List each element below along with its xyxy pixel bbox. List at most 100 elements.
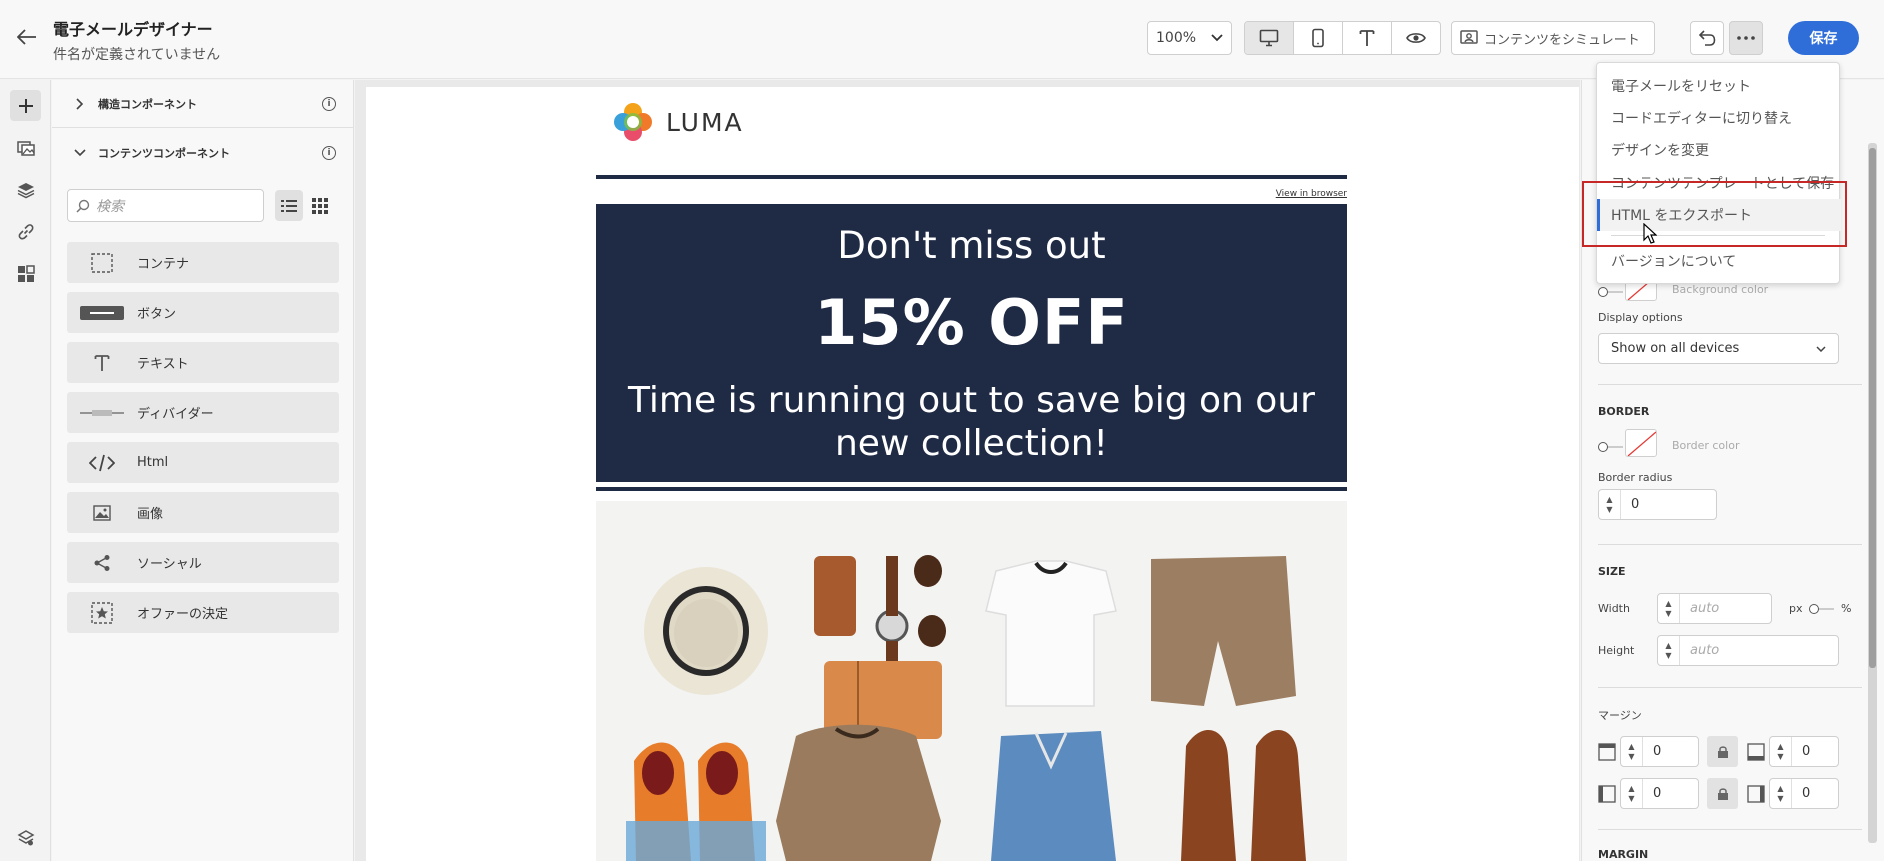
component-text[interactable]: テキスト <box>67 342 339 383</box>
menu-item-change-design[interactable]: デザインを変更 <box>1597 134 1841 166</box>
list-view-button[interactable] <box>275 190 303 221</box>
component-button[interactable]: ボタン <box>67 292 339 333</box>
margin-top-stepper[interactable]: ▲ ▼ 0 <box>1620 736 1699 767</box>
banner-divider <box>596 487 1347 491</box>
component-label: テキスト <box>137 357 189 372</box>
content-components-header[interactable]: コンテンツコンポーネント i <box>52 129 354 177</box>
lock-icon <box>1717 787 1728 800</box>
content-components-label: コンテンツコンポーネント <box>98 147 230 160</box>
view-in-browser-link[interactable]: View in browser <box>1276 189 1347 199</box>
banner-headline: Don't miss out <box>837 224 1106 267</box>
border-radius-stepper[interactable]: ▲ ▼ 0 <box>1598 489 1717 520</box>
html-icon <box>67 454 137 472</box>
margin-right-stepper[interactable]: ▲ ▼ 0 <box>1769 778 1839 809</box>
component-label: ディバイダー <box>137 407 214 422</box>
display-options-label: Display options <box>1598 311 1683 324</box>
width-unit-px: px <box>1789 602 1803 615</box>
zoom-select[interactable]: 100% <box>1147 21 1232 55</box>
zoom-value: 100% <box>1156 30 1197 46</box>
divider-icon <box>67 409 137 417</box>
save-button[interactable]: 保存 <box>1788 21 1859 55</box>
margin-lock-button[interactable] <box>1707 736 1738 767</box>
margin-right-value: 0 <box>1802 786 1811 801</box>
margin-top-value: 0 <box>1653 744 1662 759</box>
component-label: ソーシャル <box>137 557 202 572</box>
search-placeholder: 検索 <box>96 198 124 215</box>
width-unit-percent: % <box>1841 602 1852 615</box>
product-flatlay-illustration <box>596 501 1347 861</box>
height-stepper[interactable]: ▲ ▼ auto <box>1657 635 1839 666</box>
offer-decision-icon <box>67 601 137 624</box>
component-label: コンテナ <box>137 257 190 272</box>
border-radius-value: 0 <box>1631 497 1640 512</box>
margin-left-stepper[interactable]: ▲ ▼ 0 <box>1620 778 1699 809</box>
undo-button[interactable] <box>1690 21 1724 55</box>
preview-button[interactable] <box>1392 22 1440 54</box>
button-icon <box>67 305 137 320</box>
add-components-icon[interactable] <box>10 90 41 121</box>
border-color-label: Border color <box>1672 439 1740 452</box>
margin-bottom-stepper[interactable]: ▲ ▼ 0 <box>1769 736 1839 767</box>
settings-stack-icon[interactable] <box>10 822 41 853</box>
text-icon <box>67 354 137 372</box>
size-heading: SIZE <box>1598 565 1626 578</box>
back-arrow-icon[interactable] <box>14 24 40 50</box>
margin-top-icon <box>1598 743 1616 761</box>
social-icon <box>67 554 137 572</box>
width-stepper[interactable]: ▲ ▼ auto <box>1657 593 1772 624</box>
background-color-toggle[interactable] <box>1598 287 1624 297</box>
scrollbar-thumb[interactable] <box>1869 148 1876 668</box>
banner-body: Time is running out to save big on our n… <box>628 380 1315 464</box>
chevron-down-icon <box>1816 345 1826 352</box>
margin-lock-button[interactable] <box>1707 778 1738 809</box>
component-social[interactable]: ソーシャル <box>67 542 339 583</box>
ellipsis-icon <box>1737 36 1755 40</box>
grid-icon <box>312 197 328 214</box>
height-label: Height <box>1598 644 1635 657</box>
component-search-input[interactable]: 検索 <box>67 189 264 222</box>
component-image[interactable]: 画像 <box>67 492 339 533</box>
layers-icon[interactable] <box>10 174 41 205</box>
menu-item-about-version[interactable]: バージョンについて <box>1597 245 1841 277</box>
component-offer-decision[interactable]: オファーの決定 <box>67 592 339 633</box>
component-label: 画像 <box>137 507 164 522</box>
simulate-content-button[interactable]: コンテンツをシミュレート <box>1451 21 1655 55</box>
info-icon[interactable]: i <box>322 146 336 160</box>
search-icon <box>76 199 90 213</box>
banner-discount: 15% OFF <box>814 286 1129 359</box>
properties-scrollbar[interactable] <box>1868 143 1877 843</box>
desktop-view-button[interactable] <box>1245 22 1294 54</box>
luma-logo[interactable]: LUMA <box>612 101 744 143</box>
components-panel: 構造コンポーネント i コンテンツコンポーネント i 検索 コンテナ ボタン テ… <box>52 80 354 861</box>
promo-banner[interactable]: Don't miss out 15% OFF Time is running o… <box>596 204 1347 482</box>
left-rail <box>0 80 51 861</box>
border-color-toggle[interactable] <box>1598 442 1624 452</box>
mobile-icon <box>1312 28 1324 48</box>
grid-view-button[interactable] <box>306 190 334 221</box>
width-unit-toggle[interactable] <box>1809 604 1835 614</box>
section-divider <box>1598 687 1862 688</box>
structure-components-header[interactable]: 構造コンポーネント i <box>52 80 354 128</box>
menu-item-reset-email[interactable]: 電子メールをリセット <box>1597 70 1841 102</box>
display-options-select[interactable]: Show on all devices <box>1598 333 1839 364</box>
mobile-view-button[interactable] <box>1294 22 1343 54</box>
height-value: auto <box>1690 643 1720 658</box>
info-icon[interactable]: i <box>322 97 336 111</box>
component-container[interactable]: コンテナ <box>67 242 339 283</box>
width-value: auto <box>1690 601 1720 616</box>
margin-bottom-icon <box>1747 743 1765 761</box>
border-color-swatch[interactable] <box>1625 429 1657 457</box>
fragments-icon[interactable] <box>10 258 41 289</box>
page-title: 電子メールデザイナー <box>53 20 213 39</box>
border-heading: BORDER <box>1598 405 1650 418</box>
text-view-button[interactable] <box>1343 22 1392 54</box>
more-actions-button[interactable] <box>1729 21 1763 55</box>
component-html[interactable]: Html <box>67 442 339 483</box>
link-icon[interactable] <box>10 216 41 247</box>
hero-product-image[interactable] <box>596 501 1347 861</box>
component-divider[interactable]: ディバイダー <box>67 392 339 433</box>
margin-right-icon <box>1747 785 1765 803</box>
chevron-down-icon <box>70 149 90 157</box>
assets-icon[interactable] <box>10 132 41 163</box>
menu-item-switch-code-editor[interactable]: コードエディターに切り替え <box>1597 102 1841 134</box>
